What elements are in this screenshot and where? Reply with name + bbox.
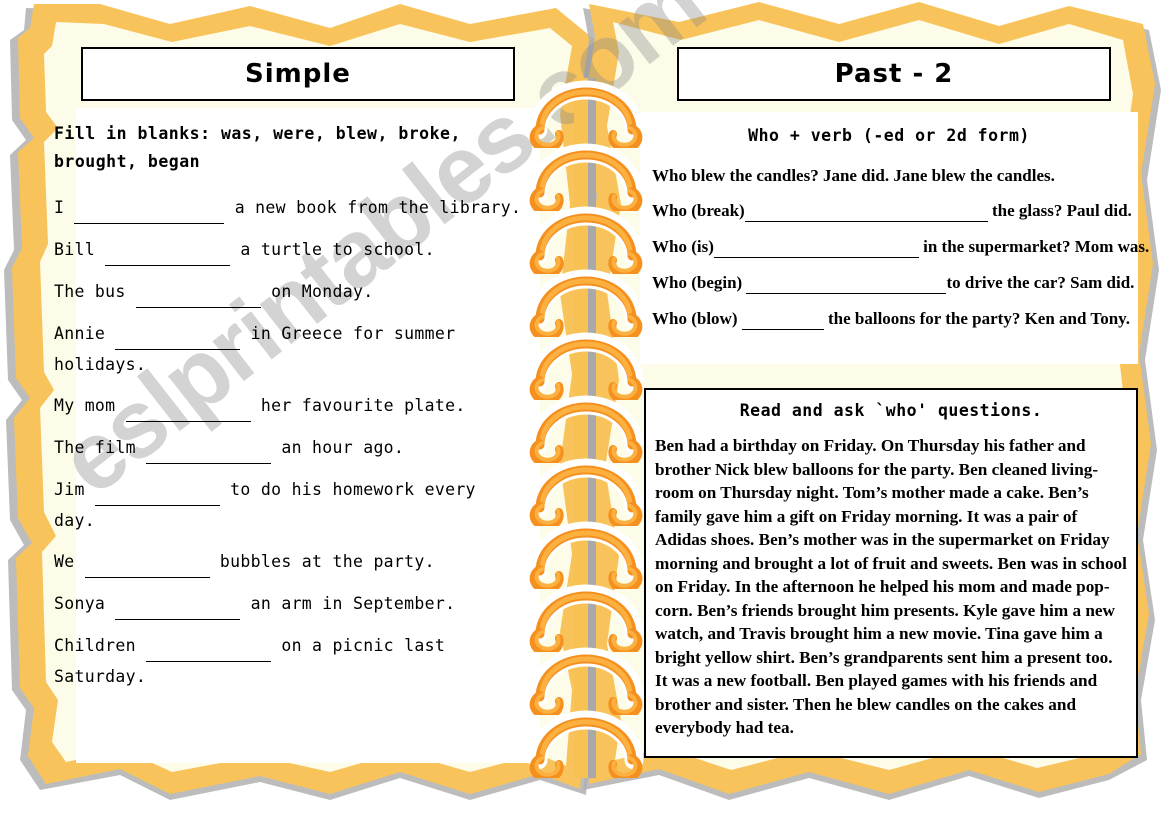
exercise-sentence: Sonya an arm in September. [54,589,524,620]
example-b3: blew [931,166,966,185]
answer-blank[interactable] [105,235,231,266]
who-question: Who (begin) to drive the car? Sam did. [652,273,1135,294]
right-heading: Who + verb (-ed or 2d form) [748,126,1030,145]
answer-blank[interactable] [146,631,272,662]
question-suffix: the balloons for the party? Ken and Tony… [823,309,1130,328]
sentence-prefix: Sonya [54,594,116,613]
sentence-suffix: a turtle to school. [230,240,435,259]
exercise-sentence: I a new book from the library. [54,193,524,224]
spiral-ring-icon [520,393,652,468]
answer-blank[interactable] [84,547,210,578]
reading-title: Read and ask `who' questions. [739,401,1043,420]
sentence-prefix: Bill [54,240,106,259]
answer-blank[interactable] [713,237,919,258]
question-prefix: Who (is) [652,237,714,256]
answer-blank[interactable] [135,277,261,308]
answer-blank[interactable] [746,273,947,294]
exercise-sentence: Annie in Greece for summer holidays. [54,319,524,380]
question-suffix: the glass? Paul did. [987,201,1132,220]
sentence-prefix: I [54,198,75,217]
sentence-prefix: The film [54,438,147,457]
left-instruction: Fill in blanks: was, were, blew, broke, … [54,124,461,171]
right-title-box: Past - 2 [677,47,1111,101]
answer-blank[interactable] [115,589,241,620]
reading-body: Ben had a birthday on Friday. On Thursda… [655,436,1127,737]
answer-blank[interactable] [115,319,241,350]
answer-blank[interactable] [125,391,251,422]
example-sentence: Who blew the candles? Jane did. Jane ble… [652,166,1132,186]
left-title-box: Simple [81,47,515,101]
sentence-prefix: We [54,552,85,571]
sentence-prefix: Jim [54,480,95,499]
answer-blank[interactable] [94,475,220,506]
example-p3: . Jane [884,166,932,185]
answer-blank[interactable] [146,433,272,464]
exercise-sentence: We bubbles at the party. [54,547,524,578]
spiral-ring-icon [520,267,652,342]
exercise-sentence: Jim to do his homework every day. [54,475,524,536]
sentence-suffix: on Monday. [260,282,374,301]
who-question: Who (is) in the supermarket? Mom was. [652,237,1149,258]
page-title-left: Simple [245,59,351,89]
sentence-prefix: Children [54,636,147,655]
exercise-sentence: Children on a picnic last Saturday. [54,631,524,692]
sentence-prefix: The bus [54,282,136,301]
question-prefix: Who (begin) [652,273,747,292]
spiral-ring-icon [520,582,652,657]
example-p2: the candles? Jane [725,166,862,185]
sentence-suffix: an hour ago. [271,438,405,457]
spiral-binding [520,78,652,783]
example-p1: Who [652,166,692,185]
who-question: Who (break) the glass? Paul did. [652,201,1132,222]
spiral-ring-icon [520,456,652,531]
spiral-ring-icon [520,78,652,153]
spiral-ring-icon [520,204,652,279]
question-prefix: Who (blow) [652,309,742,328]
exercise-sentence: The bus on Monday. [54,277,524,308]
question-suffix: to drive the car? Sam did. [946,273,1135,292]
exercise-sentence: My mom her favourite plate. [54,391,524,422]
spiral-ring-icon [520,708,652,783]
sentence-prefix: Annie [54,324,116,343]
sentence-suffix: her favourite plate. [250,396,466,415]
example-p4: the candles. [965,166,1055,185]
who-question: Who (blow) the balloons for the party? K… [652,309,1132,330]
left-exercise-list: I a new book from the library. Bill a tur… [54,193,524,703]
answer-blank[interactable] [744,201,988,222]
spiral-ring-icon [520,141,652,216]
worksheet-page: eslprintables.com Simple Past - 2 Fill i… [0,0,1169,821]
question-prefix: Who (break) [652,201,745,220]
right-example-line: Who blew the candles? Jane did. Jane ble… [652,166,1132,201]
exercise-sentence: The film an hour ago. [54,433,524,464]
spiral-ring-icon [520,519,652,594]
question-suffix: in the supermarket? Mom was. [918,237,1150,256]
sentence-prefix: My mom [54,396,126,415]
answer-blank[interactable] [74,193,225,224]
sentence-suffix: a new book from the library. [224,198,522,217]
example-b1: blew [691,166,726,185]
right-question-list: Who (break) the glass? Paul did. Who (is)… [652,201,1149,345]
answer-blank[interactable] [741,309,824,330]
example-b2: did [861,166,885,185]
exercise-sentence: Bill a turtle to school. [54,235,524,266]
reading-box: Read and ask `who' questions. Ben had a … [644,388,1138,758]
spiral-ring-icon [520,330,652,405]
sentence-suffix: an arm in September. [240,594,456,613]
spiral-ring-icon [520,645,652,720]
page-title-right: Past - 2 [834,59,954,89]
sentence-suffix: bubbles at the party. [209,552,435,571]
